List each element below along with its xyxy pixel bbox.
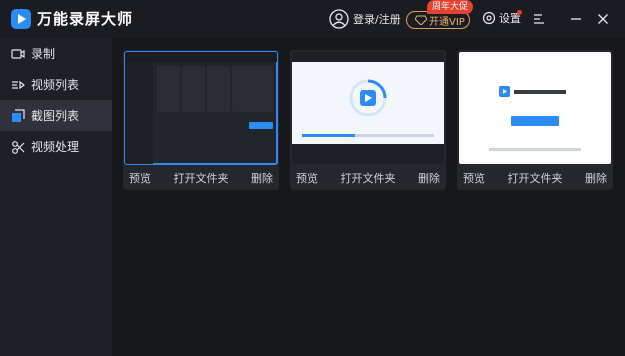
sidebar: 录制 视频列表 截图列表 视频处理 (0, 38, 112, 356)
screenshot-card[interactable]: 预览 打开文件夹 删除 (123, 50, 279, 190)
menu-button[interactable] (529, 9, 549, 29)
sidebar-item-screenshot-list[interactable]: 截图列表 (0, 100, 112, 131)
sidebar-item-label: 截图列表 (31, 109, 80, 123)
sidebar-item-record[interactable]: 录制 (0, 38, 112, 69)
sidebar-item-label: 视频列表 (31, 78, 80, 92)
login-label: 登录/注册 (353, 13, 401, 26)
promo-badge: 周年大促 (427, 0, 474, 14)
open-folder-button[interactable]: 打开文件夹 (508, 170, 563, 186)
screenshot-card[interactable]: 预览 打开文件夹 删除 (290, 50, 446, 190)
open-folder-button[interactable]: 打开文件夹 (341, 170, 396, 186)
screenshot-card[interactable]: 预览 打开文件夹 删除 (457, 50, 613, 190)
delete-button[interactable]: 删除 (585, 170, 607, 186)
menu-icon (534, 14, 544, 24)
gear-icon (482, 11, 496, 25)
screenshot-thumbnail[interactable] (124, 51, 278, 165)
preview-button[interactable]: 预览 (296, 170, 318, 186)
video-list-icon (12, 80, 25, 89)
sidebar-item-video-edit[interactable]: 视频处理 (0, 131, 112, 162)
screenshot-thumbnail[interactable] (459, 52, 611, 164)
title-bar: 万能录屏大师 登录/注册 开通VIP 周年大促 设置 (0, 0, 625, 38)
delete-button[interactable]: 删除 (418, 170, 440, 186)
record-icon (11, 48, 25, 59)
app-logo-icon (11, 9, 31, 29)
sidebar-item-label: 视频处理 (31, 140, 80, 154)
screenshot-grid: 预览 打开文件夹 删除 预览 打开文件夹 删除 预览 打开文件夹 删除 (112, 38, 625, 356)
minimize-button[interactable] (566, 9, 586, 29)
settings-button[interactable]: 设置 (482, 10, 521, 26)
app-logo-icon (499, 86, 566, 97)
diamond-icon (415, 15, 427, 25)
screenshot-thumbnail[interactable] (292, 52, 444, 164)
login-button[interactable]: 登录/注册 (329, 9, 401, 29)
delete-button[interactable]: 删除 (251, 170, 273, 186)
preview-button[interactable]: 预览 (463, 170, 485, 186)
sidebar-item-label: 录制 (31, 47, 56, 61)
vip-label: 开通VIP (429, 16, 465, 28)
user-icon (329, 9, 349, 29)
preview-button[interactable]: 预览 (129, 170, 151, 186)
close-button[interactable] (593, 9, 613, 29)
open-folder-button[interactable]: 打开文件夹 (174, 170, 229, 186)
sidebar-item-video-list[interactable]: 视频列表 (0, 69, 112, 100)
screenshot-list-icon (12, 108, 25, 122)
loading-icon (349, 79, 387, 117)
close-icon (598, 14, 608, 24)
notification-dot (517, 10, 522, 15)
video-edit-icon (12, 140, 25, 154)
app-title: 万能录屏大师 (37, 10, 134, 28)
minimize-icon (571, 18, 581, 20)
